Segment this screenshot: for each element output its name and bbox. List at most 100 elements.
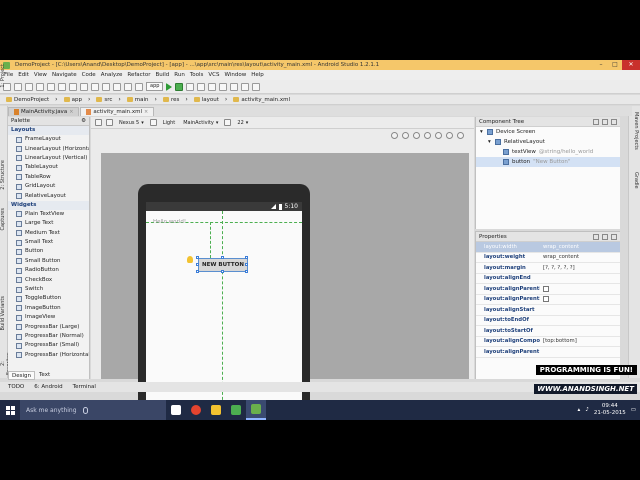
tool-window-captures[interactable]: Captures xyxy=(0,208,8,231)
warnings-icon[interactable] xyxy=(446,131,453,139)
palette-item[interactable]: Medium Text xyxy=(8,229,89,238)
resize-handle[interactable] xyxy=(245,270,248,273)
palette-item[interactable]: ProgressBar (Horizontal) xyxy=(8,351,89,360)
tool-window-build-variants[interactable]: Build Variants xyxy=(0,296,8,330)
property-checkbox[interactable] xyxy=(543,296,549,303)
property-value[interactable]: [top:bottom] xyxy=(540,338,620,344)
palette-item[interactable]: ImageView xyxy=(8,313,89,322)
volume-icon[interactable]: ♪ xyxy=(585,407,589,413)
settings-icon[interactable]: ⚙ xyxy=(81,117,86,125)
zoom-actual-icon[interactable] xyxy=(402,131,409,139)
cut-icon[interactable] xyxy=(58,82,66,91)
palette-item[interactable]: ProgressBar (Normal) xyxy=(8,332,89,341)
locale-icon[interactable] xyxy=(224,119,232,126)
property-row[interactable]: layout:margin [?, ?, ?, ?, ?] xyxy=(476,263,620,274)
maximize-button[interactable]: □ xyxy=(608,60,622,70)
expert-icon[interactable] xyxy=(611,233,617,240)
zoom-fit-icon[interactable] xyxy=(391,131,398,139)
resize-handle[interactable] xyxy=(245,256,248,259)
menu-run[interactable]: Run xyxy=(174,72,185,78)
redo-icon[interactable] xyxy=(47,82,55,91)
editor-tab[interactable]: activity_main.xml × xyxy=(80,107,155,117)
paste-icon[interactable] xyxy=(80,82,88,91)
close-tab-icon[interactable]: × xyxy=(69,108,73,117)
tree-row[interactable]: button "New Button" xyxy=(476,157,620,167)
activity-select[interactable]: MainActivity ▾ xyxy=(181,120,220,126)
rotate-icon[interactable] xyxy=(149,119,157,126)
tool-window-todo[interactable]: TODO xyxy=(8,384,24,390)
render-settings-icon[interactable] xyxy=(457,131,464,139)
tool-window-gradle[interactable]: Gradle xyxy=(631,172,639,189)
resize-handle[interactable] xyxy=(196,256,199,259)
property-checkbox[interactable] xyxy=(543,285,549,292)
restore-icon[interactable] xyxy=(602,233,608,240)
help-icon[interactable] xyxy=(593,233,599,240)
property-row[interactable]: layout:toEndOf xyxy=(476,316,620,326)
minimize-button[interactable]: – xyxy=(594,60,608,70)
start-button[interactable] xyxy=(0,400,20,420)
palette-item[interactable]: Switch xyxy=(8,285,89,294)
taskbar-file-explorer[interactable] xyxy=(206,400,226,420)
palette-item[interactable]: ImageButton xyxy=(8,304,89,313)
tool-window-1-project[interactable]: 1: Project xyxy=(0,64,8,88)
menu-window[interactable]: Window xyxy=(225,72,247,78)
property-row[interactable]: layout:toStartOf xyxy=(476,326,620,337)
tab-design[interactable]: Design xyxy=(8,371,35,380)
close-button[interactable]: ✕ xyxy=(622,60,640,70)
tab-text[interactable]: Text xyxy=(36,371,53,380)
sdk-manager-icon[interactable] xyxy=(230,82,239,91)
menu-code[interactable]: Code xyxy=(82,72,96,78)
palette-item[interactable]: FrameLayout xyxy=(8,135,89,144)
breadcrumb-item[interactable]: src xyxy=(93,97,115,103)
palette-item[interactable]: RelativeLayout xyxy=(8,191,89,200)
menu-view[interactable]: View xyxy=(34,72,47,78)
palette-item[interactable]: Small Button xyxy=(8,257,89,266)
menu-edit[interactable]: Edit xyxy=(18,72,29,78)
palette-item[interactable]: TableLayout xyxy=(8,163,89,172)
property-value[interactable] xyxy=(540,285,620,292)
resize-handle[interactable] xyxy=(196,263,199,266)
chevron-down-icon[interactable]: ▾ xyxy=(488,137,492,147)
theme-select[interactable]: Light xyxy=(161,120,177,126)
palette-item[interactable]: Small Text xyxy=(8,238,89,247)
find-icon[interactable] xyxy=(91,82,99,91)
expand-all-icon[interactable] xyxy=(593,118,599,125)
palette-item[interactable]: LinearLayout (Vertical) xyxy=(8,154,89,163)
api-select[interactable]: 22 ▾ xyxy=(235,120,250,126)
menu-vcs[interactable]: VCS xyxy=(208,72,219,78)
property-row[interactable]: layout:alignParentStart xyxy=(476,295,620,305)
orientation-icon[interactable] xyxy=(106,119,113,126)
close-tab-icon[interactable]: × xyxy=(144,108,148,117)
tool-window-6-android[interactable]: 6: Android xyxy=(34,384,62,390)
palette-item[interactable]: Large Text xyxy=(8,219,89,228)
resize-handle[interactable] xyxy=(221,256,224,259)
help-icon[interactable] xyxy=(252,82,261,91)
microphone-icon[interactable] xyxy=(82,406,88,414)
run-icon[interactable] xyxy=(166,82,173,91)
tree-row[interactable]: textView @string/hello_world xyxy=(476,147,620,157)
tool-window-terminal[interactable]: Terminal xyxy=(73,384,96,390)
property-row[interactable]: layout:alignEnd xyxy=(476,274,620,284)
palette-item[interactable]: Plain TextView xyxy=(8,210,89,219)
tree-row[interactable]: ▾ RelativeLayout xyxy=(476,137,620,147)
palette-item[interactable]: RadioButton xyxy=(8,266,89,275)
property-row[interactable]: layout:weight wrap_content xyxy=(476,253,620,263)
search-box[interactable]: Ask me anything xyxy=(20,400,166,420)
property-row[interactable]: layout:alignParent xyxy=(476,347,620,358)
property-value[interactable]: [?, ?, ?, ?, ?] xyxy=(540,265,620,271)
property-row[interactable]: layout:alignParentEnd xyxy=(476,284,620,295)
chevron-down-icon[interactable]: ▾ xyxy=(480,127,484,137)
breadcrumb-item[interactable]: main xyxy=(124,97,152,103)
breadcrumb-item[interactable]: app xyxy=(61,97,85,103)
palette-item[interactable]: LinearLayout (Horizontal) xyxy=(8,144,89,153)
property-value[interactable] xyxy=(540,296,620,303)
palette-group[interactable]: Layouts xyxy=(8,126,89,135)
gradle-sync-icon[interactable] xyxy=(208,82,217,91)
sync-icon[interactable] xyxy=(25,82,33,91)
tool-window-maven-projects[interactable]: Maven Projects xyxy=(631,112,639,150)
monitor-icon[interactable] xyxy=(241,82,250,91)
breadcrumb-item[interactable]: activity_main.xml xyxy=(230,97,293,103)
run-config-select[interactable]: app xyxy=(146,82,164,91)
lightbulb-icon[interactable] xyxy=(187,256,193,263)
resize-handle[interactable] xyxy=(196,270,199,273)
